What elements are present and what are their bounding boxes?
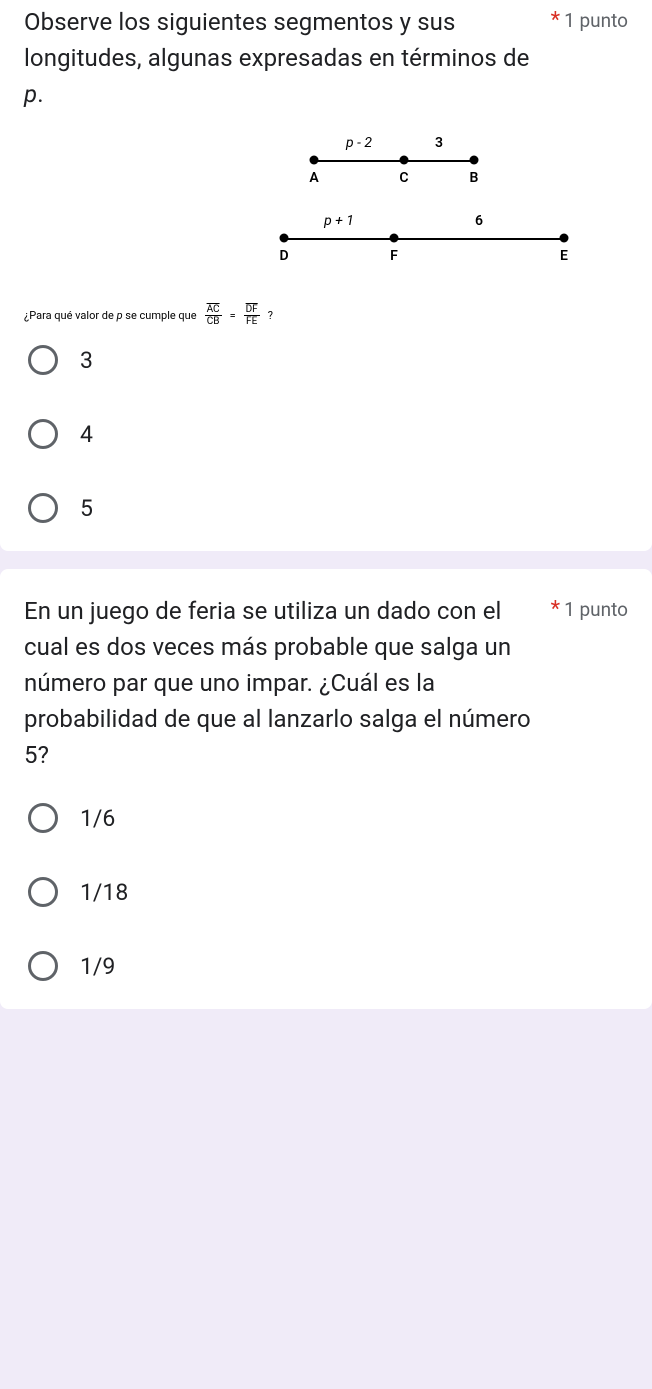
options-list-1: 3 4 5 [24,345,628,523]
eqn-eq: = [230,309,236,322]
eqn-frac1: AC CB [205,304,222,327]
seg1-top1: p - 2 [346,135,372,151]
seg1-A: A [309,170,318,186]
q1-text-a: Observe los siguientes segmentos y sus l… [24,8,529,72]
option-q2-1[interactable]: 1/18 [28,877,628,907]
required-asterisk-1: * [551,8,560,33]
option-label: 4 [80,421,93,448]
q1-text-b: . [37,80,43,108]
question-card-2: En un juego de feria se utiliza un dado … [0,569,652,1009]
option-q1-0[interactable]: 3 [28,345,628,375]
seg1-B: B [470,170,479,186]
option-label: 1/9 [80,953,115,980]
seg2-F: F [390,248,398,264]
question-header-2: En un juego de feria se utiliza un dado … [24,593,628,773]
option-label: 1/18 [80,879,128,906]
question-text-2: En un juego de feria se utiliza un dado … [24,593,539,773]
points-label-2: *1 punto [551,593,628,622]
radio-icon [28,419,58,449]
radio-icon [28,345,58,375]
required-asterisk-2: * [551,597,560,622]
equation-prompt: ¿Para qué valor de p se cumple que AC CB… [24,304,628,327]
eqn-prefix: ¿Para qué valor de p se cumple que [24,309,197,322]
seg2-D: D [279,248,288,264]
eqn-suffix: ? [268,309,273,322]
seg1-top2: 3 [435,135,443,151]
points-label-1: *1 punto [551,4,628,33]
eqn-frac2: DF FE [244,304,260,327]
option-label: 1/6 [80,805,115,832]
radio-icon [28,877,58,907]
points-value-2: 1 punto [564,598,628,621]
segments-diagram: p - 2 3 A C B p + 1 6 D F E [24,130,628,280]
radio-icon [28,493,58,523]
option-q1-2[interactable]: 5 [28,493,628,523]
option-label: 5 [80,495,93,522]
seg1-C: C [399,170,408,186]
options-list-2: 1/6 1/18 1/9 [24,803,628,981]
radio-icon [28,803,58,833]
option-q2-2[interactable]: 1/9 [28,951,628,981]
radio-icon [28,951,58,981]
question-text-1: Observe los siguientes segmentos y sus l… [24,4,539,112]
seg2-E: E [560,248,568,264]
question-card-1: Observe los siguientes segmentos y sus l… [0,0,652,551]
seg2-top1: p + 1 [324,213,354,229]
option-label: 3 [80,347,93,374]
option-q2-0[interactable]: 1/6 [28,803,628,833]
points-value-1: 1 punto [564,9,628,32]
seg2-top2: 6 [475,213,483,229]
q1-text-var: p [24,80,37,108]
option-q1-1[interactable]: 4 [28,419,628,449]
question-header-1: Observe los siguientes segmentos y sus l… [24,4,628,112]
